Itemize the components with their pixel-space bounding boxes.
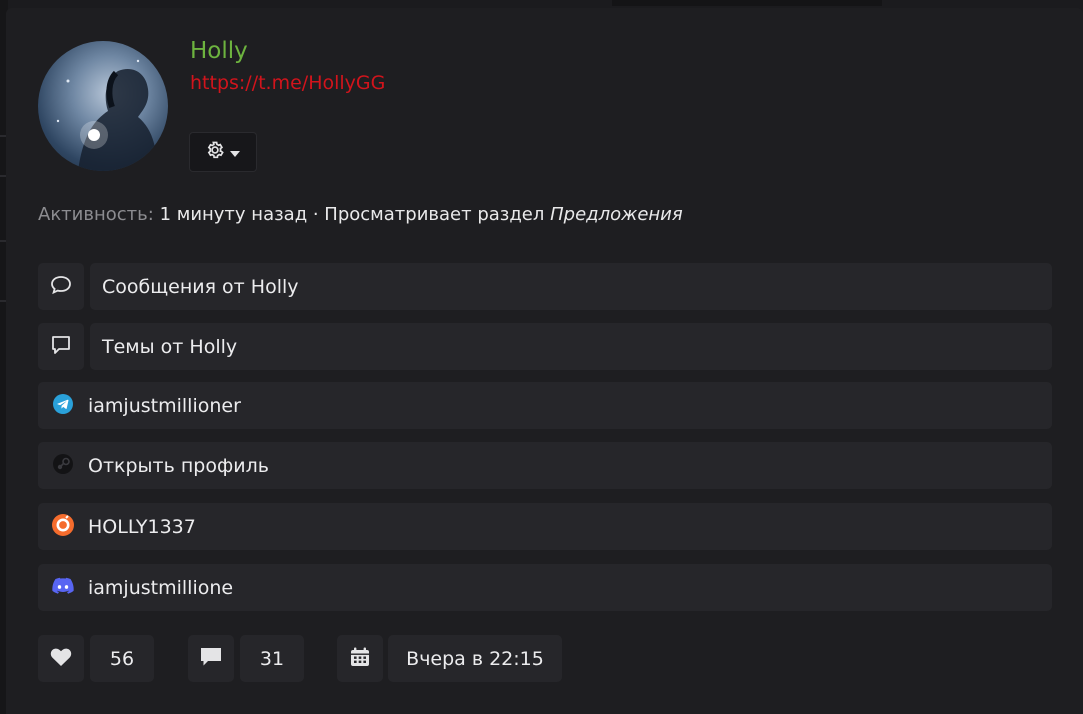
telegram-row[interactable]: iamjustmillioner (38, 382, 1052, 429)
likes-icon-box (38, 635, 84, 682)
username[interactable]: Holly (190, 38, 248, 64)
likes-count: 56 (90, 635, 154, 682)
origin-row[interactable]: HOLLY1337 (38, 503, 1052, 550)
steam-row[interactable]: Открыть профиль (38, 442, 1052, 489)
joined-icon-box (337, 635, 383, 682)
discord-row[interactable]: iamjustmillione (38, 564, 1052, 611)
activity-section-link[interactable]: Предложения (550, 204, 683, 225)
avatar[interactable] (38, 41, 168, 171)
telegram-icon (53, 393, 73, 418)
caret-down-icon (229, 143, 241, 162)
steam-icon (53, 453, 73, 478)
activity-label: Активность: (38, 204, 154, 225)
origin-username: HOLLY1337 (88, 515, 196, 538)
discord-username: iamjustmillione (88, 576, 234, 599)
calendar-icon (350, 647, 370, 671)
messages-count: 31 (240, 635, 304, 682)
settings-menu-button[interactable] (189, 132, 257, 172)
telegram-username: iamjustmillioner (88, 394, 241, 417)
member-tooltip-card: Holly https://t.me/HollyGG Активность: 1… (6, 8, 1083, 714)
messages-icon-box (188, 635, 234, 682)
discord-icon (52, 577, 74, 599)
gear-icon (205, 140, 225, 164)
profile-link[interactable]: https://t.me/HollyGG (190, 72, 385, 94)
messages-by-user-label[interactable]: Сообщения от Holly (90, 263, 1052, 310)
background-top-bar (612, 0, 882, 6)
origin-icon (52, 513, 74, 540)
steam-open-profile: Открыть профиль (88, 454, 269, 477)
chat-bubble-icon (50, 275, 72, 299)
messages-by-user-row[interactable]: Сообщения от Holly (38, 263, 1052, 310)
heart-icon (50, 647, 72, 671)
topics-by-user-row[interactable]: Темы от Holly (38, 323, 1052, 370)
activity-line: Активность: 1 минуту назад · Просматрива… (38, 204, 683, 225)
topics-by-user-label[interactable]: Темы от Holly (90, 323, 1052, 370)
topic-icon (51, 335, 71, 359)
comment-icon (200, 647, 222, 671)
joined-date: Вчера в 22:15 (388, 635, 562, 682)
activity-text: 1 минуту назад · Просматривает раздел (159, 204, 545, 225)
